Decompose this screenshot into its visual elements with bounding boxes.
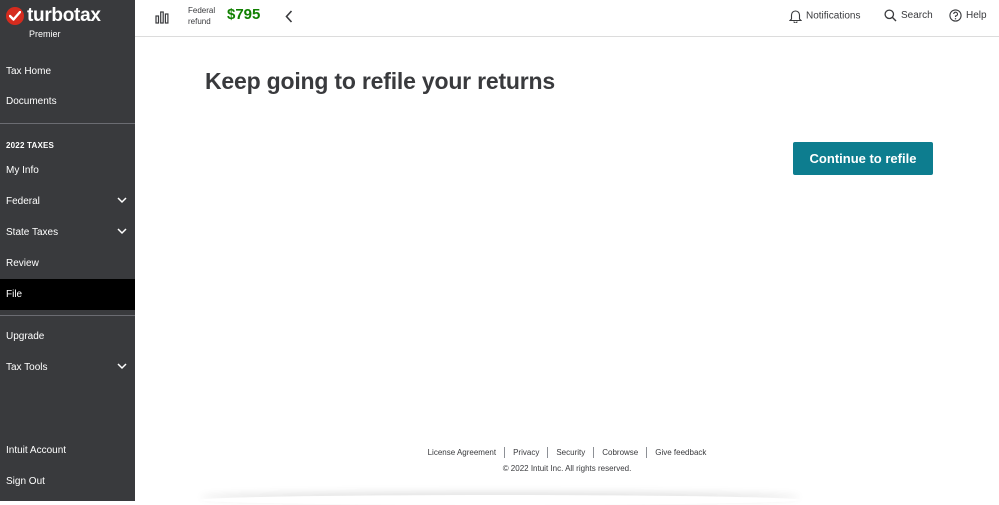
search-button[interactable]: Search: [884, 9, 933, 22]
sidebar-item-label: File: [6, 289, 23, 300]
footer-link-license-agreement[interactable]: License Agreement: [420, 448, 505, 457]
notifications-button[interactable]: Notifications: [788, 9, 861, 24]
continue-to-refile-button[interactable]: Continue to refile: [793, 142, 933, 175]
refund-label-line1: Federal: [188, 6, 216, 15]
search-icon: [884, 9, 897, 22]
sidebar-item-intuit-account[interactable]: Intuit Account: [0, 435, 135, 466]
sidebar-item-label: Federal: [6, 196, 40, 207]
sidebar-divider: [0, 315, 135, 316]
help-button[interactable]: Help: [949, 9, 987, 22]
refund-label-line2: refund: [188, 17, 211, 26]
federal-refund-label: Federal refund: [188, 5, 215, 27]
sidebar-item-label: Documents: [6, 96, 57, 107]
sidebar-item-tax-tools[interactable]: Tax Tools: [0, 352, 135, 383]
brand-name: turbotax: [27, 5, 101, 26]
brand-edition: Premier: [29, 29, 61, 39]
chevron-down-icon: [117, 363, 127, 370]
footer-link-cobrowse[interactable]: Cobrowse: [594, 448, 646, 457]
sidebar-item-label: Tax Tools: [6, 362, 48, 373]
footer-link-privacy[interactable]: Privacy: [505, 448, 547, 457]
footer-link-give-feedback[interactable]: Give feedback: [647, 448, 714, 457]
sidebar-item-federal[interactable]: Federal: [0, 186, 135, 217]
sidebar-item-sign-out[interactable]: Sign Out: [0, 466, 135, 497]
footer-links: License Agreement Privacy Security Cobrowse…: [135, 447, 999, 458]
sidebar-item-upgrade[interactable]: Upgrade: [0, 321, 135, 352]
sidebar-item-tax-home[interactable]: Tax Home: [0, 56, 135, 87]
sidebar-item-review[interactable]: Review: [0, 248, 135, 279]
sidebar-item-label: Tax Home: [6, 66, 52, 77]
sidebar-item-label: Upgrade: [6, 331, 45, 342]
sidebar-item-state-taxes[interactable]: State Taxes: [0, 217, 135, 248]
sidebar-item-label: My Info: [6, 165, 39, 176]
sidebar: turbotax Premier Tax Home Documents 2022…: [0, 0, 135, 501]
sidebar-divider: [0, 123, 135, 124]
turbotax-logo[interactable]: turbotax Premier: [6, 5, 131, 42]
sidebar-item-label: Review: [6, 258, 39, 269]
sidebar-item-label: State Taxes: [6, 227, 59, 238]
sidebar-item-documents[interactable]: Documents: [0, 86, 135, 117]
sidebar-item-my-info[interactable]: My Info: [0, 155, 135, 186]
chevron-down-icon: [117, 197, 127, 204]
page-title: Keep going to refile your returns: [205, 68, 555, 94]
bottom-panel-shadow: [200, 495, 800, 505]
sidebar-item-label: Intuit Account: [6, 445, 67, 456]
federal-refund-amount: $795: [227, 6, 261, 23]
top-bar: Federal refund $795 Notifications Search…: [135, 0, 999, 37]
checkmark-icon: [6, 7, 24, 25]
help-circle-icon: [949, 9, 962, 22]
notifications-label: Notifications: [806, 10, 861, 22]
sidebar-item-label: Sign Out: [6, 476, 45, 487]
help-label: Help: [966, 10, 987, 21]
sidebar-section-title: 2022 TAXES: [6, 141, 55, 150]
search-label: Search: [901, 10, 933, 21]
chevron-down-icon: [117, 228, 127, 235]
sidebar-item-file[interactable]: File: [0, 279, 135, 310]
footer-link-security[interactable]: Security: [548, 448, 593, 457]
bar-chart-icon[interactable]: [155, 10, 169, 24]
bell-icon: [788, 10, 803, 24]
copyright-text: © 2022 Intuit Inc. All rights reserved.: [502, 464, 632, 473]
chevron-left-icon[interactable]: [285, 10, 293, 23]
